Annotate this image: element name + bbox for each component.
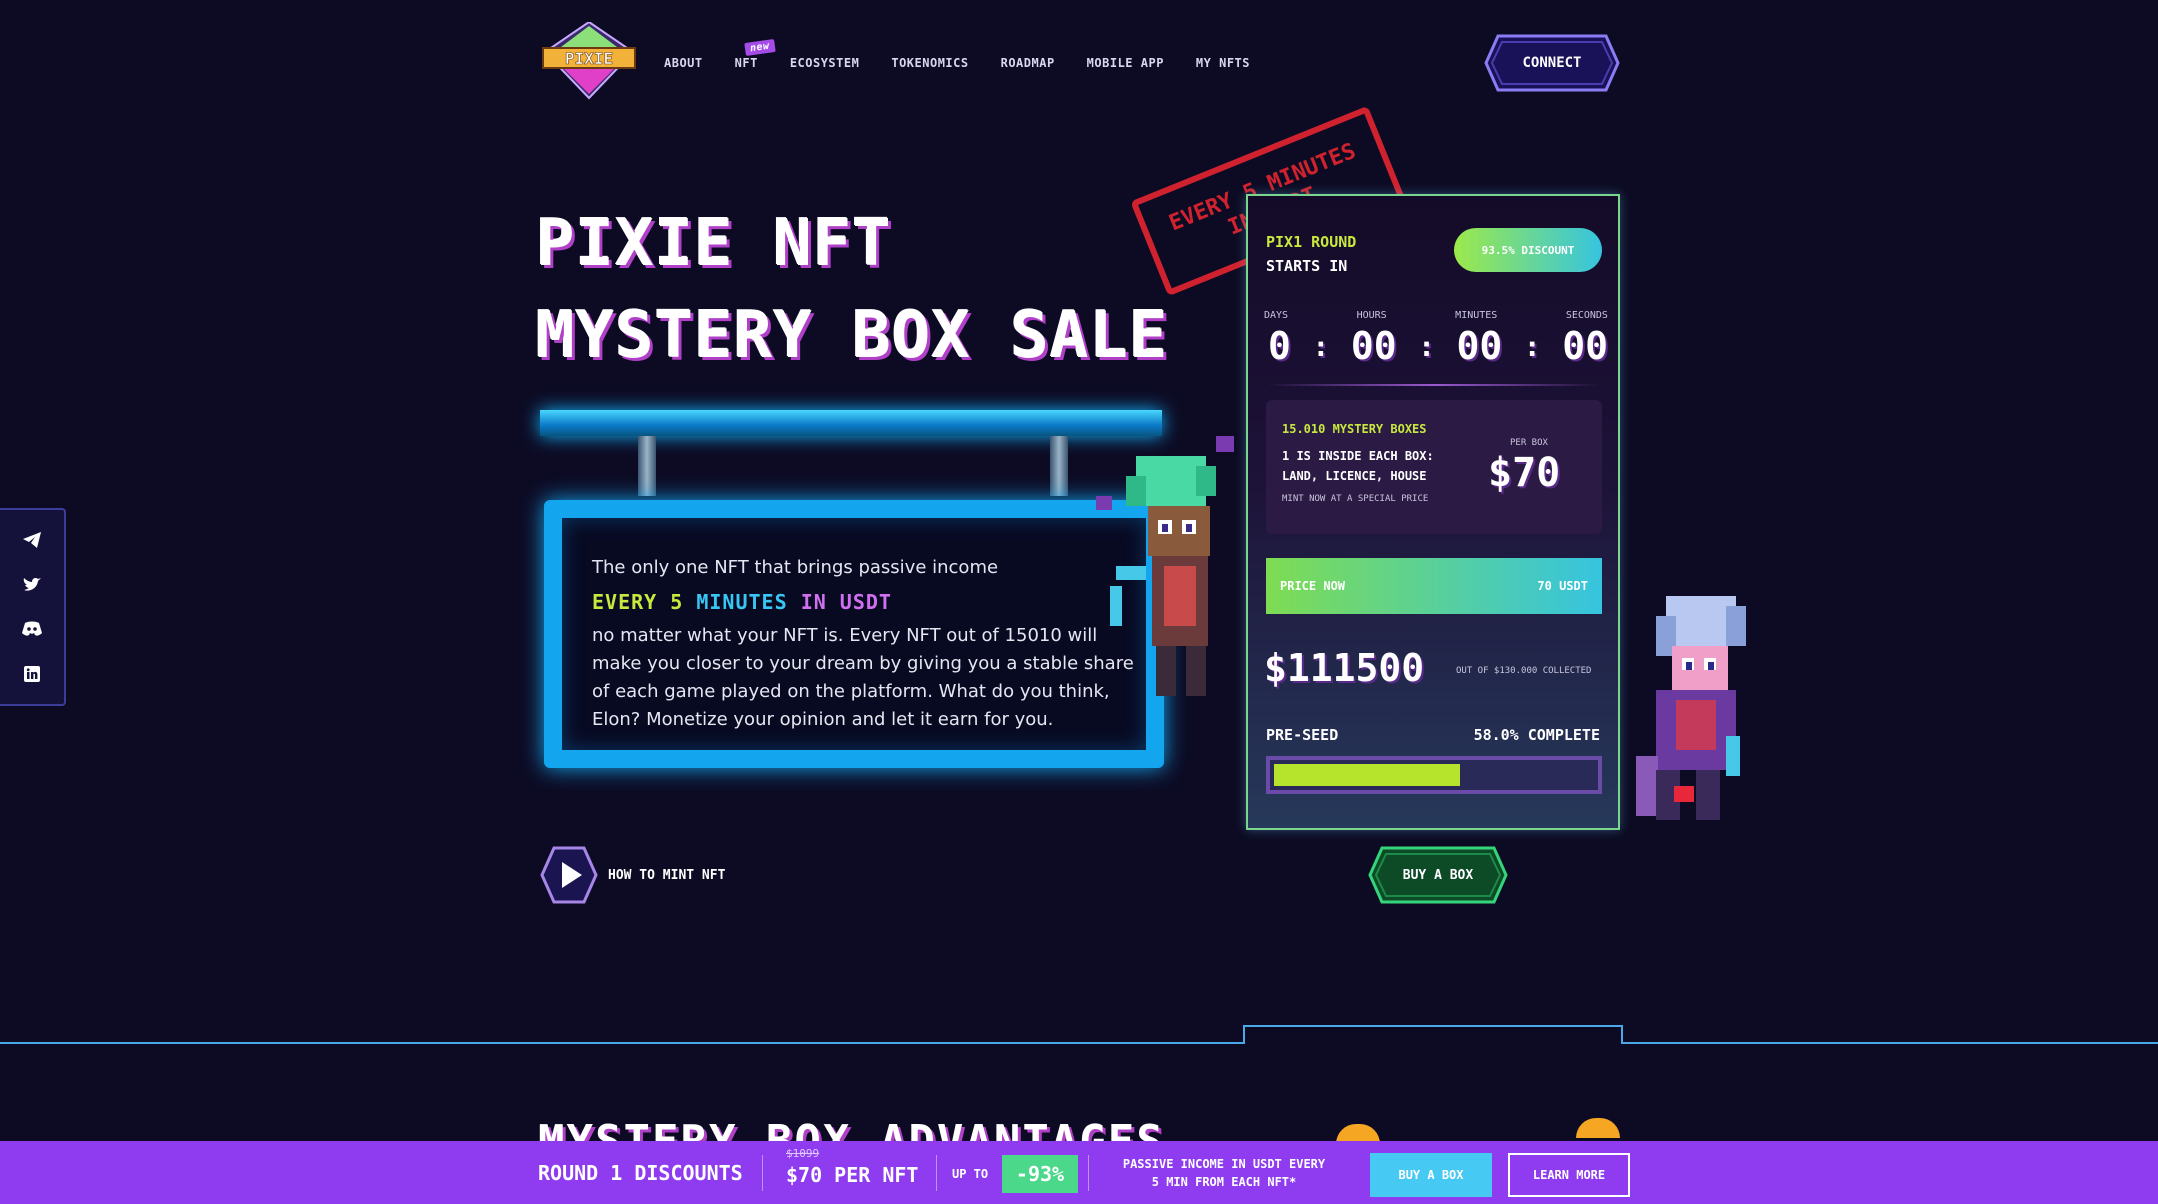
telegram-icon[interactable] [21,529,43,551]
box-mint-note: MINT NOW AT A SPECIAL PRICE [1282,494,1429,504]
promo-separator [936,1155,937,1191]
nav-nft[interactable]: NFT new [735,39,775,70]
social-sidebar [0,508,66,706]
promo-learn-more-button[interactable]: LEARN MORE [1508,1153,1630,1197]
promo-passive-line1: PASSIVE INCOME IN USDT EVERY [1122,1157,1326,1171]
price-now-label: PRICE NOW [1280,579,1346,593]
promo-bottom-bar: ROUND 1 DISCOUNTS $1099 $70 PER NFT UP T… [0,1141,2158,1204]
promo-buy-button[interactable]: BUY A BOX [1370,1153,1492,1197]
nav-about[interactable]: ABOUT [664,56,703,70]
sign-pipe [540,410,1162,436]
round-starts-in: STARTS IN [1266,257,1348,275]
promo-price: $70 PER NFT [786,1163,919,1187]
sign-intro: The only one NFT that brings passive inc… [592,557,999,578]
promo-discount-pct: -93% [1002,1155,1078,1193]
hero-sign: The only one NFT that brings passive inc… [536,404,1166,776]
countdown-days: 0 [1268,324,1291,368]
highlight-every: EVERY 5 [592,590,684,614]
label-seconds: SECONDS [1565,310,1608,321]
sale-stage: PRE-SEED [1266,726,1339,744]
round-name: PIX1 ROUND [1266,233,1357,251]
hero-title: PIXIE NFT MYSTERY BOX SALE [536,198,1169,382]
nav-mobile-app[interactable]: MOBILE APP [1087,56,1164,70]
countdown-sep: : [1312,329,1330,363]
promo-separator [1088,1155,1089,1191]
pixie-logo[interactable]: PIXIE [541,20,637,100]
box-contents: 1 IS INSIDE EACH BOX: LAND, LICENCE, HOU… [1282,449,1434,483]
sale-complete: 58.0% COMPLETE [1473,726,1600,744]
countdown-sep: : [1418,329,1435,363]
countdown-divider [1266,384,1602,386]
promo-old-price: $1099 [786,1147,820,1160]
buy-box-button[interactable]: BUY A BOX [1368,846,1508,904]
amount-raised: $111500 [1264,646,1425,690]
box-count: 15.010 MYSTERY BOXES [1282,422,1427,436]
hero-title-line1: PIXIE NFT [536,207,892,281]
sign-hanger-left [638,436,656,496]
section-divider [0,1025,2158,1044]
sign-highlight: EVERY 5 MINUTES IN USDT [592,588,1152,616]
box-price: $70 [1488,450,1561,496]
main-nav: ABOUT NFT new ECOSYSTEM TOKENOMICS ROADM… [664,39,1250,70]
nav-ecosystem[interactable]: ECOSYSTEM [790,56,860,70]
sign-body: no matter what your NFT is. Every NFT ou… [592,625,1134,730]
mystery-box-card: 15.010 MYSTERY BOXES 1 IS INSIDE EACH BO… [1266,400,1602,534]
per-box-label: PER BOX [1510,438,1548,448]
promo-separator [762,1155,763,1191]
label-minutes: MINUTES [1455,310,1498,321]
countdown-minutes: 00 [1456,324,1503,368]
svg-text:PIXIE: PIXIE [565,49,613,68]
nav-roadmap[interactable]: ROADMAP [1001,56,1055,70]
pixel-character-green-hair [1096,436,1234,696]
how-to-mint-label: HOW TO MINT NFT [608,867,726,883]
promo-passive-line2: 5 MIN FROM EACH NFT* [1151,1175,1297,1189]
twitter-icon[interactable] [21,574,43,596]
hero-title-line2: MYSTERY BOX SALE [536,299,1169,373]
new-badge: new [743,39,775,56]
label-days: DAYS [1264,310,1289,321]
sign-text: The only one NFT that brings passive inc… [592,554,1152,734]
round-title: PIX1 ROUND STARTS IN [1266,230,1356,278]
discord-icon[interactable] [21,618,43,640]
highlight-minutes: MINUTES [696,590,788,614]
pixel-character-white-hair [1636,596,1746,820]
countdown-values: 0 : 00 : 00 : 00 [1268,324,1608,368]
play-icon [540,846,598,904]
price-now-value: 70 USDT [1537,579,1588,593]
sign-board: The only one NFT that brings passive inc… [544,500,1164,768]
countdown-seconds: 00 [1562,324,1608,368]
promo-round: ROUND 1 DISCOUNTS [538,1161,743,1185]
connect-button[interactable]: CONNECT [1484,34,1620,92]
amount-target: OUT OF $130.000 COLLECTED [1456,666,1592,676]
coin-decoration [1576,1118,1620,1138]
sale-progress-fill [1274,764,1460,786]
discount-badge: 93.5% DISCOUNT [1454,228,1602,272]
countdown-hours: 00 [1350,324,1397,368]
countdown-sep: : [1523,329,1541,363]
promo-passive-income: PASSIVE INCOME IN USDT EVERY 5 MIN FROM … [1104,1155,1344,1191]
how-to-mint-button[interactable]: HOW TO MINT NFT [540,846,725,904]
countdown-labels: DAYS HOURS MINUTES SECONDS [1264,310,1608,321]
nav-my-nfts[interactable]: MY NFTS [1196,56,1250,70]
sale-panel: PIX1 ROUND STARTS IN 93.5% DISCOUNT DAYS… [1246,194,1620,830]
logo-graphic: PIXIE [542,20,636,100]
sale-progress-bar [1266,756,1602,794]
label-hours: HOURS [1356,310,1387,321]
sign-hanger-right [1050,436,1068,496]
nav-tokenomics[interactable]: TOKENOMICS [891,56,968,70]
promo-up-to: UP TO [952,1167,989,1181]
linkedin-icon[interactable] [21,663,43,685]
price-now-bar: PRICE NOW 70 USDT [1266,558,1602,614]
highlight-usdt: IN USDT [800,590,892,614]
